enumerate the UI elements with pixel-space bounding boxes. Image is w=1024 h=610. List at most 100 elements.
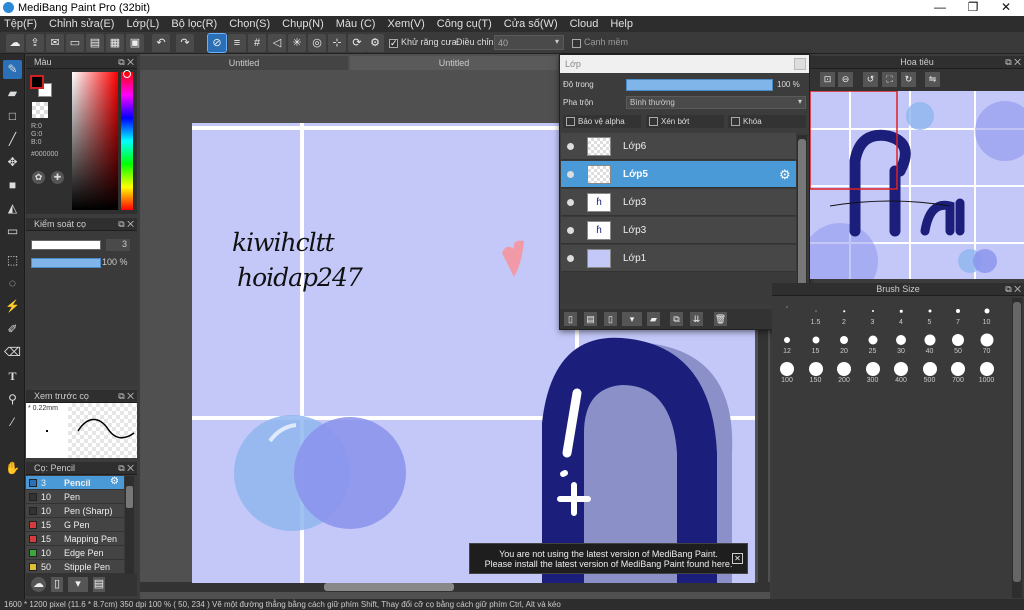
menu-select[interactable]: Chọn(S) xyxy=(229,18,270,30)
select-eraser-icon[interactable]: ⌫ xyxy=(3,343,22,362)
eye-icon[interactable] xyxy=(567,171,574,178)
layer-row-selected[interactable]: Lớp5 ⚙ xyxy=(561,161,796,188)
flip-icon[interactable]: ⇋ xyxy=(925,72,940,87)
lock-toggle[interactable]: Khóa xyxy=(728,115,806,128)
soft-edge-checkbox[interactable] xyxy=(572,37,581,49)
brush-size-option[interactable]: 25 xyxy=(859,327,887,355)
maximize-button[interactable]: ❐ xyxy=(957,0,989,16)
layer-row[interactable]: Lớp1 xyxy=(561,245,796,272)
layer-panel-titlebar[interactable]: Lớp xyxy=(560,55,809,73)
rotate-left-icon[interactable]: ↺ xyxy=(863,72,878,87)
menu-cloud[interactable]: Cloud xyxy=(570,18,599,30)
close-window-button[interactable]: ✕ xyxy=(990,0,1022,16)
fit-window-icon[interactable]: ⛶ xyxy=(882,72,897,87)
adjust-select[interactable]: 40 ▾ xyxy=(494,35,564,50)
protect-alpha-toggle[interactable]: Bảo vệ alpha xyxy=(563,115,641,128)
hue-slider[interactable] xyxy=(121,72,133,210)
brush-size-scrollbar[interactable] xyxy=(1012,298,1022,598)
panel-controls-icon[interactable]: ⧉ ✕ xyxy=(118,56,134,69)
gear-icon[interactable]: ⚙ xyxy=(110,476,119,487)
eye-icon[interactable] xyxy=(567,227,574,234)
layer-panel-close-icon[interactable] xyxy=(794,58,806,70)
eye-icon[interactable] xyxy=(567,199,574,206)
brush-size-option[interactable]: 4 xyxy=(887,298,915,326)
new-brush-icon[interactable]: ▯ xyxy=(51,577,63,592)
brush-size-option[interactable]: 20 xyxy=(830,327,858,355)
brush-size-option[interactable] xyxy=(773,298,801,326)
duplicate-layer-icon[interactable]: ⧉ xyxy=(670,312,683,326)
eraser-tool-icon[interactable]: ▰ xyxy=(3,84,22,103)
zoom-out-icon[interactable]: ⊖ xyxy=(838,72,853,87)
brush-list-item[interactable]: 10 Pen (Sharp) xyxy=(26,504,124,518)
lasso-icon[interactable]: ◌ xyxy=(3,274,22,293)
grid-icon[interactable]: ▦ xyxy=(106,34,124,52)
brush-size-option[interactable]: 15 xyxy=(802,327,830,355)
brush-size-option[interactable]: 30 xyxy=(887,327,915,355)
brush-list-item[interactable]: 10 Edge Pen xyxy=(26,546,124,560)
tab-document-1[interactable]: Untitled xyxy=(140,56,348,70)
trash-icon[interactable]: 🗑 xyxy=(714,312,727,326)
chat-icon[interactable]: ▭ xyxy=(66,34,84,52)
comment-icon[interactable]: ✉ xyxy=(46,34,64,52)
brush-list-item[interactable]: 15 Mapping Pen xyxy=(26,532,124,546)
zoom-fit-icon[interactable]: ⊡ xyxy=(820,72,835,87)
menu-layer[interactable]: Lớp(L) xyxy=(126,18,159,30)
snap-off-icon[interactable]: ⊘ xyxy=(207,33,227,53)
settings-icon[interactable]: ⚙ xyxy=(366,34,384,52)
layer-list-scrollbar[interactable] xyxy=(797,135,807,303)
select-pen-icon[interactable]: ✐ xyxy=(3,320,22,339)
hue-handle[interactable] xyxy=(123,70,131,78)
brush-tool-icon[interactable]: ✎ xyxy=(3,60,22,79)
frame-icon[interactable]: ▣ xyxy=(126,34,144,52)
vanishing-snap-icon[interactable]: ◁ xyxy=(268,34,286,52)
brush-size-option[interactable]: 7 xyxy=(944,298,972,326)
magic-wand-icon[interactable]: ⚡ xyxy=(3,297,22,316)
brush-size-slider[interactable] xyxy=(31,240,101,250)
move-tool-icon[interactable]: ✥ xyxy=(3,153,22,172)
brush-size-option[interactable]: 70 xyxy=(973,327,1001,355)
curve-snap-icon[interactable]: ⊹ xyxy=(328,34,346,52)
menu-filter[interactable]: Bộ lọc(R) xyxy=(171,18,217,30)
layer-row[interactable]: ɦ Lớp3 xyxy=(561,217,796,244)
clipping-toggle[interactable]: Xén bớt xyxy=(646,115,724,128)
text-tool-icon[interactable]: T xyxy=(3,367,22,386)
scrollbar-thumb[interactable] xyxy=(324,583,454,591)
antialias-checkbox[interactable] xyxy=(389,37,398,49)
parallel-snap-icon[interactable]: ≡ xyxy=(228,34,246,52)
hand-tool-icon[interactable]: ✋ xyxy=(3,459,22,478)
blend-mode-select[interactable]: Bình thường ▾ xyxy=(626,96,806,109)
tab-document-2[interactable]: Untitled xyxy=(350,56,558,70)
brush-size-option[interactable]: 50 xyxy=(944,327,972,355)
upload-icon[interactable]: ⇪ xyxy=(26,34,44,52)
panel-controls-icon[interactable]: ⧉ ✕ xyxy=(118,218,134,231)
brush-size-option[interactable]: 700 xyxy=(944,356,972,384)
new-halftone-layer-icon[interactable]: ▤ xyxy=(584,312,597,326)
merge-layer-icon[interactable]: ⇊ xyxy=(690,312,703,326)
eye-icon[interactable] xyxy=(567,143,574,150)
brush-list-item[interactable]: 3 Pencil ⚙ xyxy=(26,476,124,490)
rotate-icon[interactable]: ⟳ xyxy=(348,34,366,52)
line-tool-icon[interactable]: ╱ xyxy=(3,130,22,149)
layer-opacity-slider[interactable] xyxy=(626,79,773,91)
brush-list-scrollbar[interactable] xyxy=(125,476,134,574)
operation-tool-icon[interactable]: ⚲ xyxy=(3,390,22,409)
update-notification[interactable]: You are not using the latest version of … xyxy=(469,543,748,574)
brush-size-option[interactable]: 200 xyxy=(830,356,858,384)
eyedropper-icon[interactable]: ⁄ xyxy=(3,413,22,432)
menu-tools[interactable]: Công cụ(T) xyxy=(437,18,492,30)
menu-view[interactable]: Xem(V) xyxy=(387,18,424,30)
brush-size-option[interactable]: 500 xyxy=(916,356,944,384)
eye-icon[interactable] xyxy=(567,255,574,262)
rotate-right-icon[interactable]: ↻ xyxy=(901,72,916,87)
minimize-button[interactable]: — xyxy=(924,0,956,16)
delete-brush-icon[interactable]: ▤ xyxy=(93,577,105,592)
menu-edit[interactable]: Chỉnh sửa(E) xyxy=(49,18,114,30)
brush-size-option[interactable]: 1000 xyxy=(973,356,1001,384)
brush-size-option[interactable]: 150 xyxy=(802,356,830,384)
radial-snap-icon[interactable]: ✳ xyxy=(288,34,306,52)
menu-snap[interactable]: Chụp(N) xyxy=(282,18,324,30)
notification-close-button[interactable]: ✕ xyxy=(732,553,743,564)
panel-controls-icon[interactable]: ⧉ ✕ xyxy=(1005,283,1021,296)
layer-row[interactable]: ɦ Lớp3 xyxy=(561,189,796,216)
new-layer-icon[interactable]: ▯ xyxy=(564,312,577,326)
